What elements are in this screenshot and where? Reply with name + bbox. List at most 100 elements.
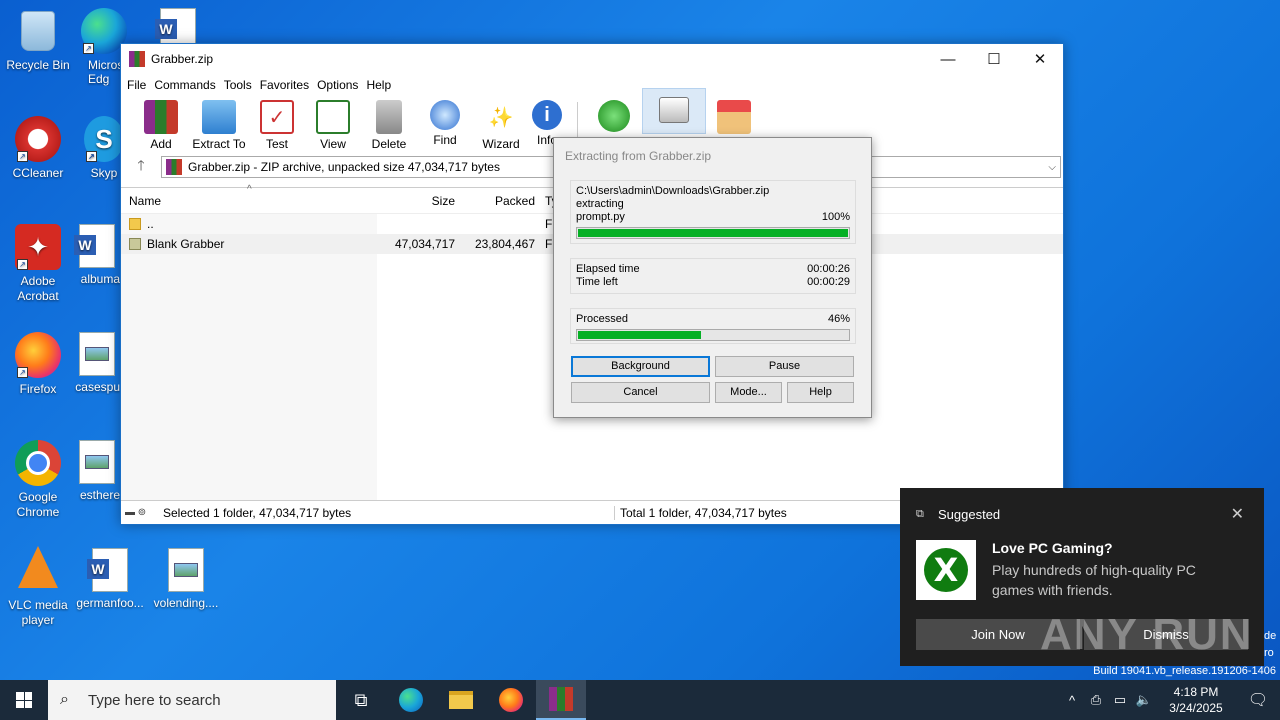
desktop-icon-label: casespu	[75, 380, 120, 394]
up-arrow-icon[interactable]: 🡑	[121, 155, 161, 179]
desktop-icon-firefox[interactable]: ↗ Firefox	[0, 332, 76, 397]
menu-options[interactable]: Options	[317, 78, 366, 92]
toolbar-wizard-button[interactable]: ✨ Wizard	[473, 96, 529, 152]
title-bar[interactable]: Grabber.zip — ☐ ✕	[121, 44, 1063, 74]
menu-file[interactable]: File	[127, 78, 154, 92]
extract-folder-icon	[202, 100, 236, 134]
action-text: extracting	[576, 198, 624, 210]
chevron-up-icon[interactable]: ^	[1060, 693, 1084, 708]
desktop-icon-vlc[interactable]: VLC media player	[0, 546, 76, 628]
close-icon[interactable]: ✕	[1231, 504, 1244, 524]
processed-progress-fill	[578, 331, 702, 339]
comment-icon	[659, 97, 689, 123]
menu-tools[interactable]: Tools	[224, 78, 260, 92]
close-button[interactable]: ✕	[1017, 44, 1063, 74]
test-clipboard-icon: ✓	[260, 100, 294, 134]
menu-help[interactable]: Help	[366, 78, 399, 92]
info-icon: i	[532, 100, 562, 130]
toolbar-add-button[interactable]: Add	[133, 96, 189, 151]
processed-progress-bar	[576, 329, 850, 341]
chevron-down-icon[interactable]: ⌵	[1048, 162, 1056, 173]
toolbar-sfx-button[interactable]	[706, 96, 762, 137]
chrome-icon	[15, 440, 61, 486]
desktop-icon-label: CCleaner	[12, 166, 64, 180]
start-button[interactable]	[0, 680, 48, 720]
search-placeholder: Type here to search	[88, 691, 221, 709]
delete-trash-icon	[376, 100, 402, 134]
drive-icon: ▬ ⊚	[125, 507, 147, 518]
menu-bar: File Commands Tools Favorites Options He…	[121, 74, 1063, 96]
desktop-icon-acrobat[interactable]: ✦ ↗ Adobe Acrobat	[0, 224, 76, 304]
desktop-icon-albuma[interactable]: W albuma	[74, 224, 120, 287]
desktop-edge-text: de	[1264, 630, 1277, 642]
desktop-icon-skype[interactable]: S ↗ Skyp	[84, 116, 124, 181]
current-file-group: C:\Users\admin\Downloads\Grabber.zip ext…	[570, 180, 856, 244]
toolbar-extract-button[interactable]: Extract To	[189, 96, 249, 151]
desktop-icon-ccleaner[interactable]: ↗ CCleaner	[0, 116, 76, 181]
acrobat-icon: ✦ ↗	[15, 224, 61, 270]
vlc-icon	[15, 546, 61, 594]
file-explorer-icon[interactable]	[436, 680, 486, 720]
windows-logo-icon	[16, 692, 32, 708]
virus-scan-icon	[598, 100, 630, 132]
desktop-icon-casespu[interactable]: casespu	[74, 332, 120, 395]
volume-icon[interactable]: 🔈	[1132, 692, 1156, 708]
desktop-icon-germanfoo[interactable]: W germanfoo...	[72, 548, 148, 611]
network-icon[interactable]: ▭	[1108, 692, 1132, 708]
notification-center-icon[interactable]: 🗨	[1236, 690, 1280, 710]
firefox-taskbar-icon[interactable]	[486, 680, 536, 720]
clock[interactable]: 4:18 PM 3/24/2025	[1156, 684, 1236, 716]
file-percent: 100%	[821, 211, 850, 223]
desktop-icon-esthere[interactable]: esthere	[74, 440, 120, 503]
search-icon: ⌕	[60, 691, 69, 708]
minimize-button[interactable]: —	[925, 44, 971, 74]
taskbar: ⌕ Type here to search ⧉ ^ ⎙ ▭ 🔈 4:18 PM …	[0, 680, 1280, 720]
toolbar-test-button[interactable]: ✓ Test	[249, 96, 305, 151]
current-file: prompt.py	[576, 211, 625, 223]
system-tray: ^ ⎙ ▭ 🔈 4:18 PM 3/24/2025 🗨	[1060, 680, 1280, 720]
maximize-button[interactable]: ☐	[971, 44, 1017, 74]
background-button[interactable]: Background	[571, 356, 710, 377]
winrar-taskbar-icon[interactable]	[536, 680, 586, 720]
toolbar-comment-button[interactable]	[642, 88, 706, 134]
menu-favorites[interactable]: Favorites	[260, 78, 317, 92]
help-button[interactable]: Help	[787, 382, 854, 403]
column-name[interactable]: Name	[121, 194, 379, 208]
toolbar-find-button[interactable]: Find	[417, 96, 473, 147]
menu-commands[interactable]: Commands	[154, 78, 223, 92]
image-file-icon	[79, 332, 115, 376]
status-selection: Selected 1 folder, 47,034,717 bytes	[163, 505, 352, 520]
toolbar-delete-button[interactable]: Delete	[361, 96, 417, 151]
desktop-icon-volending[interactable]: volending....	[148, 548, 224, 611]
toolbar-view-button[interactable]: View	[305, 96, 361, 151]
desktop-icon-label: volending....	[153, 596, 219, 610]
desktop-icon-chrome[interactable]: Google Chrome	[0, 440, 76, 520]
view-book-icon	[316, 100, 350, 134]
edge-taskbar-icon[interactable]	[386, 680, 436, 720]
desktop-icon-label: Recycle Bin	[6, 58, 70, 72]
pause-button[interactable]: Pause	[715, 356, 854, 377]
task-view-icon[interactable]: ⧉	[336, 680, 386, 720]
desktop-icon-label: Adobe Acrobat	[17, 274, 59, 303]
word-document-icon: W	[87, 548, 128, 592]
add-archive-icon	[144, 100, 178, 134]
cancel-button[interactable]: Cancel	[571, 382, 710, 403]
mode-button[interactable]: Mode...	[715, 382, 782, 403]
processed-group: Processed 46%	[570, 308, 856, 344]
extract-progress-dialog: Extracting from Grabber.zip C:\Users\adm…	[553, 137, 872, 418]
toolbar-separator	[577, 102, 578, 142]
device-icon[interactable]: ⎙	[1084, 692, 1108, 708]
toolbar-virusscan-button[interactable]	[586, 96, 642, 135]
folder-icon	[129, 218, 141, 230]
archive-path-text: Grabber.zip - ZIP archive, unpacked size…	[188, 160, 500, 174]
firefox-icon: ↗	[15, 332, 61, 378]
skype-icon: S ↗	[84, 116, 124, 162]
folder-icon	[129, 238, 141, 250]
column-packed[interactable]: Packed	[455, 194, 535, 208]
elapsed-time: 00:00:26	[807, 263, 850, 275]
taskbar-search[interactable]: ⌕ Type here to search	[48, 680, 336, 720]
recycle-bin-icon	[15, 8, 61, 54]
column-size[interactable]: Size	[379, 194, 455, 208]
archive-path: C:\Users\admin\Downloads\Grabber.zip	[576, 185, 770, 197]
desktop-icon-recycle-bin[interactable]: Recycle Bin	[0, 8, 76, 73]
